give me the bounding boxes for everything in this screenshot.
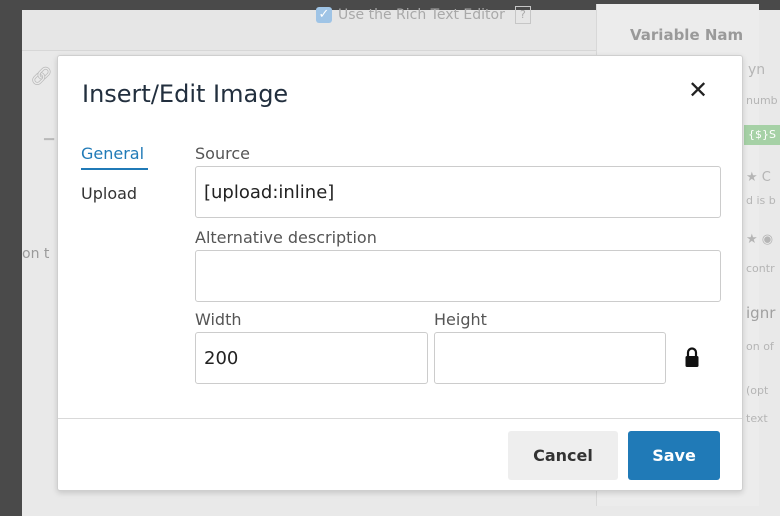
rich-text-label: Use the Rich Text Editor — [338, 7, 505, 23]
tab-general[interactable]: General — [81, 144, 144, 163]
cancel-button[interactable]: Cancel — [508, 431, 618, 480]
alt-description-label: Alternative description — [195, 228, 377, 247]
width-input[interactable]: 200 — [195, 332, 428, 384]
background-text: (opt — [746, 384, 769, 397]
background-badge: {$}S — [744, 125, 780, 145]
source-input[interactable]: [upload:inline] — [195, 166, 721, 218]
close-icon[interactable]: ✕ — [684, 76, 712, 104]
lock-icon[interactable] — [684, 346, 700, 368]
height-input[interactable] — [434, 332, 666, 384]
insert-image-dialog: Insert/Edit Image ✕ General Upload Sourc… — [57, 55, 743, 491]
background-text: on of — [746, 340, 774, 353]
background-text: numb — [746, 94, 778, 107]
dialog-title: Insert/Edit Image — [82, 80, 289, 108]
background-text: ★ C — [746, 170, 771, 185]
footer-divider — [58, 418, 742, 419]
width-label: Width — [195, 310, 242, 329]
background-text: ignr — [746, 304, 776, 322]
background-text: yn — [748, 62, 766, 78]
background-text: d is b — [746, 194, 776, 207]
background-text: ★ ◉ — [746, 232, 774, 247]
save-button[interactable]: Save — [628, 431, 720, 480]
background-text: on t — [22, 246, 50, 262]
height-label: Height — [434, 310, 487, 329]
tab-upload[interactable]: Upload — [81, 184, 137, 203]
underline-icon: ▁ — [44, 126, 54, 141]
rich-text-toggle: ✓ Use the Rich Text Editor ? — [316, 6, 531, 24]
background-text: contr — [746, 262, 775, 275]
source-label: Source — [195, 144, 250, 163]
active-tab-indicator — [81, 168, 148, 170]
variable-name-heading: Variable Nam — [630, 26, 744, 44]
help-icon: ? — [514, 6, 531, 24]
link-icon: 🔗︎ — [30, 66, 53, 87]
checkbox-checked-icon: ✓ — [316, 7, 332, 23]
alt-description-input[interactable] — [195, 250, 721, 302]
background-text: text — [746, 412, 768, 425]
